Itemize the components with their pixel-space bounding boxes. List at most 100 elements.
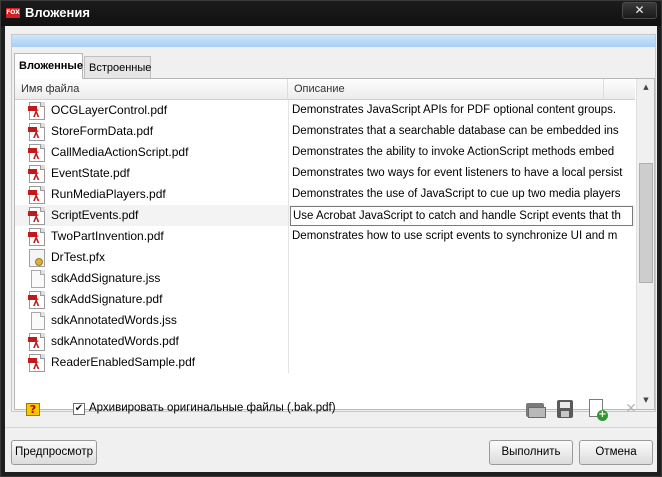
filename-cell[interactable]: ʎ EventState.pdf	[23, 163, 285, 184]
floppy-shape	[557, 400, 573, 418]
filename-cell[interactable]: ʎ ScriptEvents.pdf	[23, 205, 285, 226]
column-separator	[288, 352, 289, 373]
description-cell[interactable]	[292, 268, 634, 289]
delete-icon[interactable]: ✕	[619, 397, 643, 421]
filename-cell[interactable]: ʎ StoreFormData.pdf	[23, 121, 285, 142]
table-row[interactable]: ʎ EventState.pdf Demonstrates two ways for…	[15, 163, 635, 184]
column-header-filename[interactable]: Имя файла	[15, 79, 288, 100]
description-cell[interactable]: Demonstrates that a searchable database …	[292, 121, 634, 142]
table-row[interactable]: ʎ RunMediaPlayers.pdf Demonstrates the use…	[15, 184, 635, 205]
pdf-icon: ʎ	[28, 186, 45, 204]
description-cell[interactable]	[292, 247, 634, 268]
filename-text: StoreFormData.pdf	[51, 124, 154, 138]
description-cell[interactable]: Demonstrates two ways for event listener…	[292, 163, 634, 184]
description-cell[interactable]: Demonstrates the ability to invoke Actio…	[292, 142, 634, 163]
floppy-label	[560, 402, 570, 408]
column-separator	[288, 310, 289, 331]
tab-embedded[interactable]: Вложенные	[14, 53, 83, 79]
description-cell[interactable]	[292, 352, 634, 373]
filename-text: ReaderEnabledSample.pdf	[51, 355, 196, 369]
cancel-button[interactable]: Отмена	[579, 440, 653, 465]
filename-cell[interactable]: ʎ RunMediaPlayers.pdf	[23, 184, 285, 205]
table-row[interactable]: ʎ TwoPartInvention.pdf Demonstrates how to…	[15, 226, 635, 247]
column-header-description[interactable]: Описание	[288, 79, 604, 100]
attachments-list: Имя файла Описание ʎ OCGLayerControl.pdf D…	[14, 78, 655, 410]
column-separator	[288, 205, 289, 226]
pdf-icon: ʎ	[28, 228, 45, 246]
table-row[interactable]: ʎ CallMediaActionScript.pdf Demonstrates t…	[15, 142, 635, 163]
table-row[interactable]: DrTest.pfx	[15, 247, 635, 268]
list-rows: ʎ OCGLayerControl.pdf Demonstrates JavaScr…	[15, 100, 635, 409]
column-separator	[288, 121, 289, 142]
filename-text: DrTest.pfx	[51, 250, 106, 264]
column-separator	[288, 184, 289, 205]
help-icon[interactable]: ?	[26, 403, 40, 416]
description-cell[interactable]	[292, 289, 634, 310]
attachments-panel: Вложенные Встроенные Имя файла Описание …	[11, 34, 656, 412]
title-bar[interactable]: FOX Вложения ✕	[1, 1, 661, 26]
filename-cell[interactable]: sdkAnnotatedWords.jss	[23, 310, 285, 331]
open-folder-icon[interactable]	[524, 397, 548, 421]
filename-cell[interactable]: DrTest.pfx	[23, 247, 285, 268]
plus-badge: +	[597, 409, 608, 421]
column-separator	[288, 100, 289, 121]
pdf-icon: ʎ	[28, 333, 45, 351]
column-separator	[288, 247, 289, 268]
filename-text: OCGLayerControl.pdf	[51, 103, 168, 117]
floppy-shutter	[561, 411, 569, 417]
archive-checkbox[interactable]: ✔	[73, 403, 85, 415]
column-separator	[288, 226, 289, 247]
filename-cell[interactable]: ʎ ReaderEnabledSample.pdf	[23, 352, 285, 373]
pdf-icon: ʎ	[28, 165, 45, 183]
filename-cell[interactable]: ʎ sdkAddSignature.pdf	[23, 289, 285, 310]
filename-text: RunMediaPlayers.pdf	[51, 187, 166, 201]
archive-checkbox-label[interactable]: Архивировать оригинальные файлы (.bak.pd…	[89, 402, 336, 414]
footer-divider	[5, 427, 657, 428]
table-row[interactable]: ʎ OCGLayerControl.pdf Demonstrates JavaScr…	[15, 100, 635, 121]
scroll-thumb[interactable]	[639, 163, 653, 283]
table-row[interactable]: ʎ ReaderEnabledSample.pdf	[15, 352, 635, 373]
filename-cell[interactable]: ʎ OCGLayerControl.pdf	[23, 100, 285, 121]
table-row[interactable]: sdkAnnotatedWords.jss	[15, 310, 635, 331]
window-title: Вложения	[25, 5, 90, 20]
column-separator	[288, 163, 289, 184]
attachments-window: FOX Вложения ✕ Вложенные Встроенные Имя …	[0, 0, 662, 477]
pdf-icon: ʎ	[28, 144, 45, 162]
close-button[interactable]: ✕	[622, 2, 657, 19]
dialog-body: Вложенные Встроенные Имя файла Описание …	[5, 26, 657, 472]
pdf-icon: ʎ	[28, 291, 45, 309]
table-row[interactable]: sdkAddSignature.jss	[15, 268, 635, 289]
filename-text: sdkAddSignature.jss	[51, 271, 161, 285]
description-cell[interactable]: Demonstrates JavaScript APIs for PDF opt…	[292, 100, 634, 121]
pdf-icon: ʎ	[28, 354, 45, 372]
pdf-icon: ʎ	[28, 207, 45, 225]
filename-text: CallMediaActionScript.pdf	[51, 145, 189, 159]
save-icon[interactable]	[554, 397, 578, 421]
vertical-scrollbar[interactable]: ▲ ▼	[636, 79, 654, 409]
table-row[interactable]: ʎ sdkAddSignature.pdf	[15, 289, 635, 310]
preview-button[interactable]: Предпросмотр	[11, 440, 97, 465]
add-file-icon[interactable]: +	[585, 397, 609, 421]
filename-cell[interactable]: sdkAddSignature.jss	[23, 268, 285, 289]
folder-front-shape	[528, 407, 546, 418]
description-cell[interactable]: Demonstrates the use of JavaScript to cu…	[292, 184, 634, 205]
table-row[interactable]: ʎ StoreFormData.pdf Demonstrates that a se…	[15, 121, 635, 142]
description-cell[interactable]	[292, 310, 634, 331]
description-edit-field[interactable]: Use Acrobat JavaScript to catch and hand…	[290, 206, 633, 226]
tab-built-in[interactable]: Встроенные	[84, 56, 151, 78]
description-cell[interactable]: Demonstrates how to use script events to…	[292, 226, 634, 247]
table-row[interactable]: ʎ ScriptEvents.pdf Use Acrobat JavaScript …	[15, 205, 635, 226]
certificate-icon	[29, 249, 45, 267]
filename-text: sdkAnnotatedWords.jss	[51, 313, 177, 327]
run-button[interactable]: Выполнить	[489, 440, 573, 465]
pdf-icon: ʎ	[28, 123, 45, 141]
document-icon	[31, 312, 45, 330]
scroll-up-arrow[interactable]: ▲	[637, 79, 654, 96]
filename-cell[interactable]: ʎ sdkAnnotatedWords.pdf	[23, 331, 285, 352]
header-strip	[12, 35, 655, 47]
filename-text: ScriptEvents.pdf	[51, 208, 139, 222]
description-cell[interactable]	[292, 331, 634, 352]
filename-cell[interactable]: ʎ CallMediaActionScript.pdf	[23, 142, 285, 163]
filename-cell[interactable]: ʎ TwoPartInvention.pdf	[23, 226, 285, 247]
table-row[interactable]: ʎ sdkAnnotatedWords.pdf	[15, 331, 635, 352]
